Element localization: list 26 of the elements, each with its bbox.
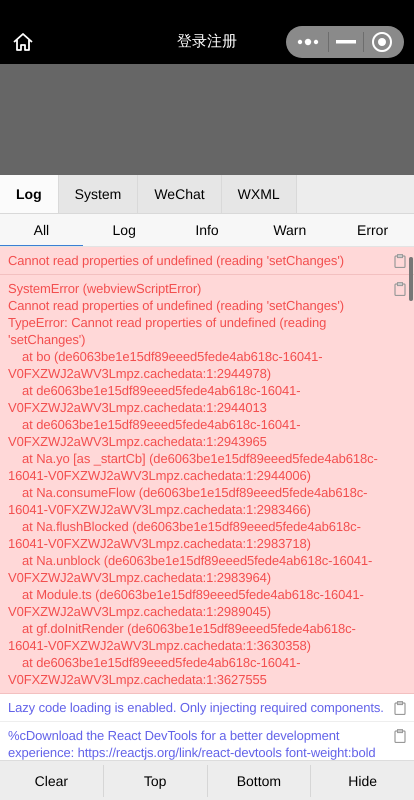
log-message: SystemError (webviewScriptError) Cannot read properties of undefined (reading 'setChanges') TypeError: Cannot read properties of undefined (reading 'setChanges') at bo (de6063be1e15df89eeed5fede4ab618c-16041- V0FXZWJ2aWV3Lmpz.cachedata:1:2944978) at de6063be1e15df89eeed5fede4ab618c-16041- V0FXZWJ2aWV3Lmpz.cachedata:1:2944013 at de6063be1e15df89eeed5fede4ab618c-16041- V0FXZWJ2aWV3Lmpz.cachedata:1:2943965 at Na.yo [as _startCb] (de6063be1e15df89eeed5fede4ab618c- 16041-V0FXZWJ2aWV3Lmpz.cachedata:1:2944006) at Na.consumeFlow (de6063be1e15df89eeed5fede4ab618c- 16041-V0FXZWJ2aWV3Lmpz.cachedata:1:2983466) at Na.flushBlocked (de6063be1e15df89eeed5fede4ab618c- 16041-V0FXZWJ2aWV3Lmpz.cachedata:1:2983718) at Na.unblock (de6063be1e15df89eeed5fede4ab618c-16041- V0FXZWJ2aWV3Lmpz.cachedata:1:2983964) at Module.ts (de6063be1e15df89eeed5fede4ab618c-16041- V0FXZWJ2aWV3Lmpz.cachedata:1:2989045) at gf.doInitRender (de6063be1e15df89eeed5fede4ab618c- 16041-V0FXZWJ2aWV3Lmpz.cachedata:1:3630358) at de6063be1e15df89eeed5fede4ab618c-16041- V0FXZWJ2aWV3Lmpz.cachedata:1:3627555 (8, 280, 379, 688)
scrollbar[interactable] (409, 257, 413, 301)
clipboard-icon[interactable] (394, 282, 406, 296)
page-title: 登录注册 (176, 32, 238, 51)
console-tab[interactable]: System (58, 175, 138, 213)
console-tab[interactable]: WeChat (138, 175, 222, 213)
console-action-button[interactable]: Bottom (208, 764, 312, 796)
log-message: Lazy code loading is enabled. Only injecting required components. (8, 699, 385, 716)
minimize-icon[interactable] (336, 40, 356, 44)
console-tab[interactable]: WXML (222, 175, 297, 213)
clipboard-icon[interactable] (394, 701, 406, 715)
close-icon[interactable] (370, 31, 393, 53)
filter-tab[interactable]: Error (331, 214, 414, 246)
log-message: %cDownload the React DevTools for a better development experience: https://reactjs.org/link/react-devtools font-weight:bold (8, 727, 377, 760)
filter-tab[interactable]: Info (166, 214, 248, 246)
console-action-button[interactable]: Clear (0, 764, 104, 796)
filter-tab[interactable]: Warn (248, 214, 332, 246)
log-message: Cannot read properties of undefined (reading 'setChanges') (8, 252, 345, 269)
filter-tab[interactable]: All (0, 214, 83, 246)
console-action-button[interactable]: Top (104, 764, 208, 796)
filter-tab[interactable]: Log (82, 214, 166, 246)
clipboard-icon[interactable] (394, 254, 406, 268)
clipboard-icon[interactable] (394, 729, 406, 743)
console-action-button[interactable]: Hide (311, 764, 414, 796)
home-icon[interactable] (12, 31, 34, 53)
console-tab[interactable]: Log (0, 175, 59, 213)
